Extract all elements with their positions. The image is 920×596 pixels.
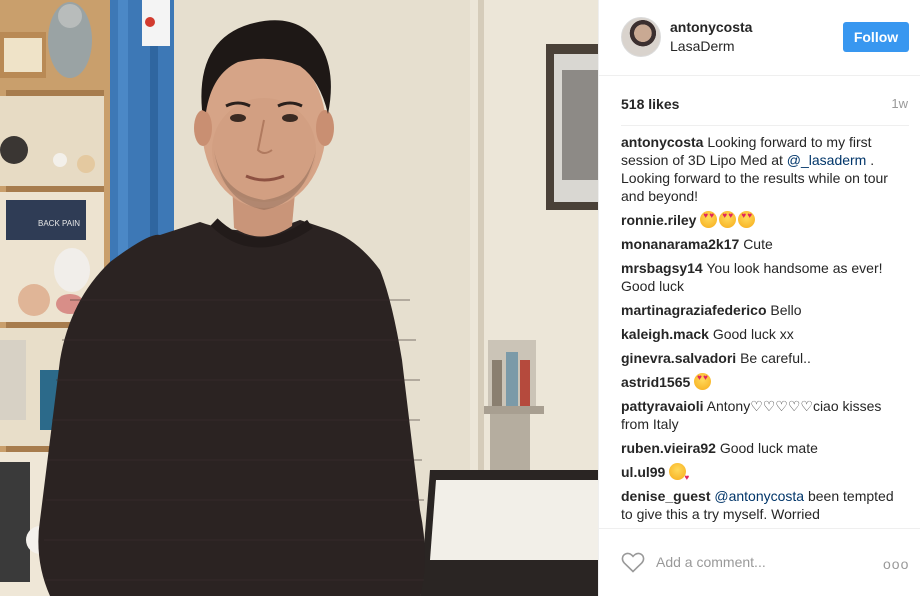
comment-username[interactable]: antonycosta: [621, 134, 703, 150]
comment-item: mrsbagsy14 You look handsome as ever! Go…: [621, 259, 901, 295]
comment-username[interactable]: denise_guest: [621, 488, 710, 504]
comment-username[interactable]: martinagraziafederico: [621, 302, 767, 318]
comment-username[interactable]: mrsbagsy14: [621, 260, 703, 276]
follow-button[interactable]: Follow: [843, 22, 909, 52]
user-avatar[interactable]: [621, 17, 661, 57]
post-header: antonycosta LasaDerm Follow: [599, 0, 920, 76]
comment-text: Be careful..: [740, 350, 811, 366]
comments-list[interactable]: antonycosta Looking forward to my first …: [621, 133, 901, 527]
kiss-emoji-icon: [669, 463, 689, 487]
heart-icon[interactable]: [621, 551, 645, 573]
comment-item: ronnie.riley: [621, 211, 901, 229]
comment-username[interactable]: ul.ul99: [621, 464, 665, 480]
comment-username[interactable]: ginevra.salvadori: [621, 350, 736, 366]
heart-eyes-emoji-icon: [719, 211, 737, 228]
photo-illustration: BACK PAIN: [0, 0, 598, 596]
comment-item: ruben.vieira92 Good luck mate: [621, 439, 901, 457]
comment-username[interactable]: ronnie.riley: [621, 212, 696, 228]
comment-item: antonycosta Looking forward to my first …: [621, 133, 901, 205]
comment-username[interactable]: astrid1565: [621, 374, 690, 390]
comment-mention-link[interactable]: @_lasaderm: [787, 152, 867, 168]
post-username[interactable]: antonycosta: [670, 19, 752, 35]
post-sidebar: antonycosta LasaDerm Follow 518 likes 1w…: [598, 0, 920, 596]
comment-username[interactable]: ruben.vieira92: [621, 440, 716, 456]
comment-item: pattyravaioli Antony♡♡♡♡♡ciao kisses fro…: [621, 397, 901, 433]
comment-item: ginevra.salvadori Be careful..: [621, 349, 901, 367]
heart-eyes-emoji-icon: [700, 211, 718, 228]
comment-username[interactable]: pattyravaioli: [621, 398, 703, 414]
heart-eyes-emoji-icon: [738, 211, 756, 228]
post-time[interactable]: 1w: [891, 96, 908, 111]
likes-count[interactable]: 518 likes: [621, 96, 679, 112]
book-title-text: BACK PAIN: [38, 219, 80, 228]
comment-username[interactable]: kaleigh.mack: [621, 326, 709, 342]
post-photo[interactable]: BACK PAIN: [0, 0, 598, 596]
comment-text: Cute: [743, 236, 773, 252]
heart-eyes-emoji-icon: [694, 373, 712, 390]
divider: [621, 125, 909, 126]
comment-item: ul.ul99: [621, 463, 901, 487]
comment-item: kaleigh.mack Good luck xx: [621, 325, 901, 343]
comment-item: martinagraziafederico Bello: [621, 301, 901, 319]
comment-username[interactable]: monanarama2k17: [621, 236, 739, 252]
comment-item: monanarama2k17 Cute: [621, 235, 901, 253]
comment-footer: Add a comment... ooo: [599, 528, 920, 596]
comment-item: astrid1565: [621, 373, 901, 391]
comment-item: denise_guest @antonycosta been tempted t…: [621, 487, 901, 523]
comment-mention-link[interactable]: @antonycosta: [714, 488, 804, 504]
more-options-icon[interactable]: ooo: [883, 556, 909, 572]
comment-text: Bello: [770, 302, 802, 318]
add-comment-input[interactable]: Add a comment...: [656, 554, 766, 570]
post-location[interactable]: LasaDerm: [670, 38, 735, 54]
comment-text: Good luck mate: [719, 440, 818, 456]
comment-text: Good luck xx: [712, 326, 794, 342]
